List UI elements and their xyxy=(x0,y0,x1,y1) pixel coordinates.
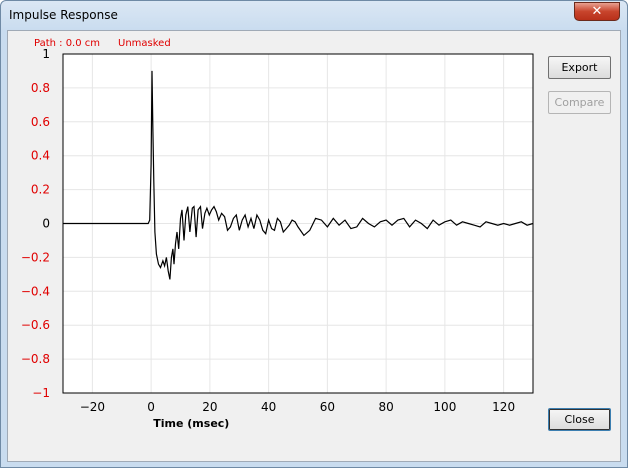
close-icon: ✕ xyxy=(591,4,603,19)
y-tick-label: 1 xyxy=(42,47,50,61)
y-tick-label: 0.8 xyxy=(31,81,50,95)
compare-button[interactable]: Compare xyxy=(548,91,611,114)
x-tick-label: −20 xyxy=(80,400,105,414)
y-tick-label: −0.6 xyxy=(21,318,50,332)
x-tick-label: 0 xyxy=(147,400,155,414)
impulse-response-chart: 1 0.8 0.6 0.4 0.2 0 −0.2 −0.4 −0.6 −0.8 −1 −20 0 20 40… xyxy=(21,47,534,430)
x-tick-label: 40 xyxy=(261,400,276,414)
impulse-response-window: Impulse Response ✕ Path : 0.0 cm Unmaske… xyxy=(0,0,628,468)
y-tick-label: 0.2 xyxy=(31,183,50,197)
export-button[interactable]: Export xyxy=(548,56,611,79)
title-bar[interactable]: Impulse Response ✕ xyxy=(1,1,627,30)
y-tick-label: 0.6 xyxy=(31,115,50,129)
window-close-button[interactable]: ✕ xyxy=(574,2,620,21)
dialog-client-area: Path : 0.0 cm Unmasked 1 0.8 0.6 0.4 0.2 0 −0.… xyxy=(7,30,621,462)
y-tick-label: −0.8 xyxy=(21,352,50,366)
x-tick-label: 20 xyxy=(202,400,217,414)
window-title: Impulse Response xyxy=(9,8,118,22)
y-tick-label: 0.4 xyxy=(31,149,50,163)
x-tick-label: 60 xyxy=(320,400,335,414)
y-tick-label: 0 xyxy=(42,217,50,231)
x-tick-label: 80 xyxy=(378,400,393,414)
close-button[interactable]: Close xyxy=(548,408,611,431)
y-tick-label: −0.2 xyxy=(21,250,50,264)
y-tick-label: −1 xyxy=(32,386,50,400)
x-tick-label: 120 xyxy=(492,400,515,414)
x-axis-label: Time (msec) xyxy=(153,417,229,430)
x-tick-label: 100 xyxy=(433,400,456,414)
y-tick-label: −0.4 xyxy=(21,284,50,298)
